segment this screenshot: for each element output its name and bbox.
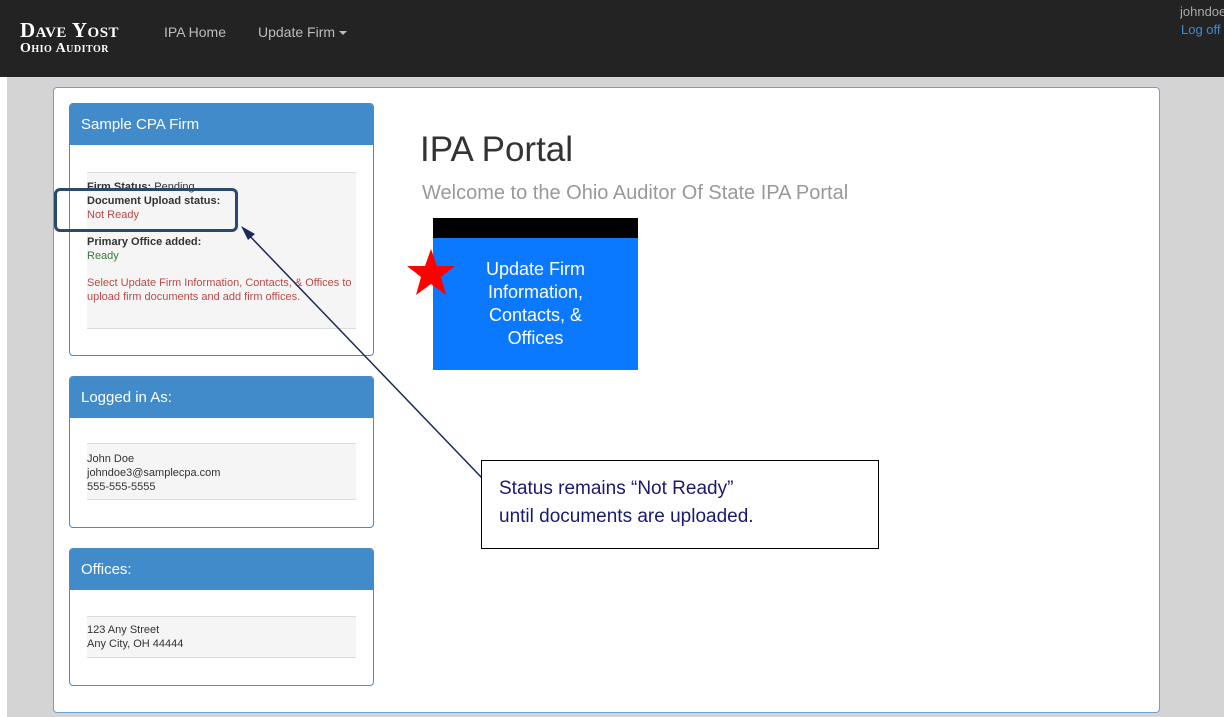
callout-line-1: Status remains “Not Ready” [499, 478, 734, 499]
star-icon [407, 249, 455, 295]
annotation-callout: Status remains “Not Ready” until documen… [481, 460, 879, 549]
callout-line-2: until documents are uploaded. [499, 506, 754, 527]
annotation-overlay [241, 226, 483, 479]
arrowhead-icon [241, 226, 255, 240]
